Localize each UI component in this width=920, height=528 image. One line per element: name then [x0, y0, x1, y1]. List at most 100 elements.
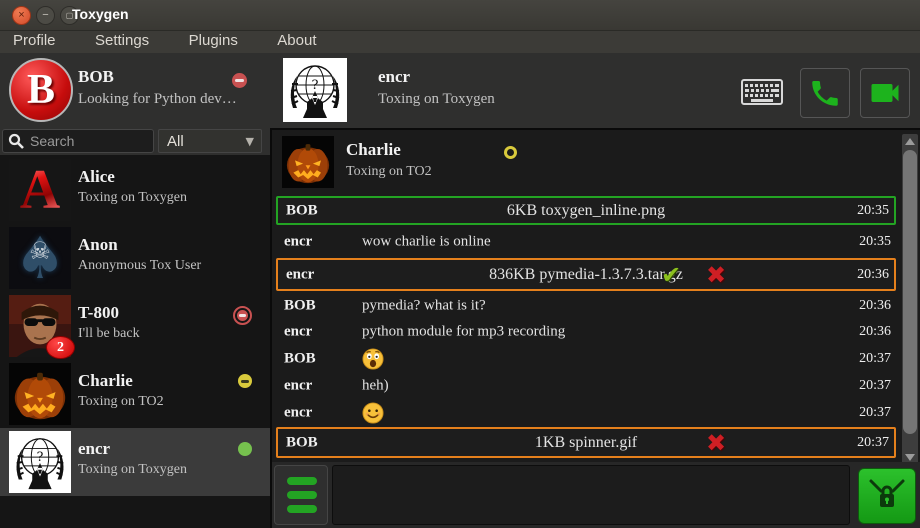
menu-item-plugins[interactable]: Plugins	[189, 31, 238, 49]
contact-row-alice[interactable]: A Alice Toxing on Toxygen	[0, 156, 270, 224]
contact-name: Alice	[78, 167, 115, 187]
message-time: 20:35	[857, 203, 889, 219]
contact-status-message: Anonymous Tox User	[78, 258, 201, 274]
toxygen-window: ?	[0, 0, 920, 528]
message-row: BOB 20:37	[276, 345, 896, 373]
triangle-down-icon	[905, 454, 915, 461]
chevron-down-icon: ▼	[246, 130, 254, 153]
message-text: heh)	[362, 378, 389, 395]
message-input[interactable]	[332, 465, 850, 525]
message-sender: encr	[284, 405, 312, 422]
contact-status-message: I'll be back	[78, 326, 140, 342]
hamburger-icon	[287, 477, 317, 485]
contact-name: encr	[78, 439, 110, 459]
message-sender: encr	[284, 378, 312, 395]
status-away-icon	[504, 146, 517, 159]
menubar: Profile Settings Plugins About	[0, 31, 920, 53]
search-box[interactable]	[2, 129, 154, 153]
file-transfer-row: BOB 6KB toxygen_inline.png 20:35	[276, 196, 896, 225]
message-sender: encr	[284, 234, 312, 251]
contact-row-t800[interactable]: T-800 I'll be back 2	[0, 292, 270, 360]
contact-name: T-800	[78, 303, 119, 323]
file-transfer-row: encr 836KB pymedia-1.3.7.3.tar.gz ✔ ✖ 20…	[276, 258, 896, 291]
scroll-up-button[interactable]	[902, 134, 918, 148]
alice-avatar: A	[9, 159, 71, 221]
message-time: 20:37	[859, 405, 891, 421]
scroll-thumb[interactable]	[903, 150, 917, 434]
video-camera-icon	[867, 75, 903, 111]
chat-contact-name: Charlie	[346, 140, 401, 160]
status-online-icon	[238, 442, 252, 456]
message-row: encr wow charlie is online 20:35	[276, 229, 896, 255]
message-text: pymedia? what is it?	[362, 298, 486, 315]
file-transfer-row: BOB 1KB spinner.gif ✖ 20:37	[276, 427, 896, 458]
chat-area: Charlie Toxing on TO2 BOB 6KB toxygen_in…	[270, 128, 920, 528]
active-contact-avatar	[283, 58, 347, 122]
message-time: 20:37	[859, 378, 891, 394]
file-name: 836KB pymedia-1.3.7.3.tar.gz	[278, 266, 894, 284]
self-status-message[interactable]: Looking for Python dev…	[78, 91, 237, 108]
contact-row-anon[interactable]: ♠☠ Anon Anonymous Tox User	[0, 224, 270, 292]
self-name[interactable]: BOB	[78, 67, 114, 87]
contact-list: A Alice Toxing on Toxygen ♠☠ Anon Anonym…	[0, 155, 270, 528]
message-time: 20:35	[859, 234, 891, 250]
chat-header: Charlie Toxing on TO2	[272, 132, 898, 190]
message-time: 20:36	[859, 324, 891, 340]
self-status-busy-icon[interactable]	[232, 73, 247, 88]
message-time: 20:37	[859, 351, 891, 367]
message-sender: encr	[284, 324, 312, 341]
file-decline-button[interactable]: ✖	[703, 430, 729, 456]
file-decline-button[interactable]: ✖	[703, 262, 729, 288]
contact-row-encr[interactable]: encr Toxing on Toxygen	[0, 428, 270, 496]
active-contact-name: encr	[378, 67, 410, 87]
top-panel: B BOB Looking for Python dev… encr Toxin…	[0, 53, 920, 128]
pumpkin-avatar	[9, 363, 71, 425]
file-name: 6KB toxygen_inline.png	[278, 202, 894, 220]
menu-item-settings[interactable]: Settings	[95, 31, 149, 49]
message-text: wow charlie is online	[362, 234, 491, 251]
contact-row-charlie[interactable]: Charlie Toxing on TO2	[0, 360, 270, 428]
smiley-menu-button[interactable]	[274, 465, 328, 525]
triangle-up-icon	[905, 138, 915, 145]
audio-call-button[interactable]	[800, 68, 850, 118]
keyboard-icon[interactable]	[741, 79, 783, 105]
message-row: BOB pymedia? what is it? 20:36	[276, 293, 896, 319]
minimize-button[interactable]: −	[36, 6, 55, 25]
search-row: All ▼	[0, 128, 270, 155]
message-row: encr 20:37	[276, 399, 896, 427]
composer	[272, 462, 920, 528]
active-contact-status-message: Toxing on Toxygen	[378, 91, 495, 108]
contact-filter-value: All	[167, 133, 184, 150]
close-button[interactable]: ×	[12, 6, 31, 25]
smiling-face-emoji	[362, 402, 384, 424]
contact-status-message: Toxing on TO2	[78, 394, 164, 410]
status-away-icon	[238, 374, 252, 388]
chat-scrollbar[interactable]	[902, 134, 918, 464]
contact-status-message: Toxing on Toxygen	[78, 190, 187, 206]
search-input[interactable]	[28, 132, 150, 150]
contact-status-message: Toxing on Toxygen	[78, 462, 187, 478]
contact-name: Anon	[78, 235, 118, 255]
message-text: python module for mp3 recording	[362, 324, 565, 341]
shocked-face-emoji	[362, 348, 384, 370]
search-icon	[8, 133, 24, 149]
message-time: 20:36	[857, 267, 889, 283]
chat-contact-status-message: Toxing on TO2	[346, 164, 432, 180]
anonymous-avatar	[9, 431, 71, 493]
file-accept-button[interactable]: ✔	[658, 262, 684, 288]
contact-filter-dropdown[interactable]: All ▼	[158, 129, 262, 153]
self-avatar[interactable]: B	[9, 58, 73, 122]
contact-name: Charlie	[78, 371, 133, 391]
menu-item-profile[interactable]: Profile	[13, 31, 56, 49]
window-title: Toxygen	[72, 6, 129, 22]
send-button[interactable]	[858, 468, 916, 524]
titlebar[interactable]: × − ▢ Toxygen	[0, 0, 920, 31]
file-name: 1KB spinner.gif	[278, 434, 894, 452]
pumpkin-avatar	[282, 136, 334, 188]
menu-item-about[interactable]: About	[277, 31, 316, 49]
video-call-button[interactable]	[860, 68, 910, 118]
lock-icon	[867, 477, 907, 515]
message-row: encr heh) 20:37	[276, 373, 896, 399]
unread-badge: 2	[46, 336, 75, 359]
message-time: 20:37	[857, 435, 889, 451]
